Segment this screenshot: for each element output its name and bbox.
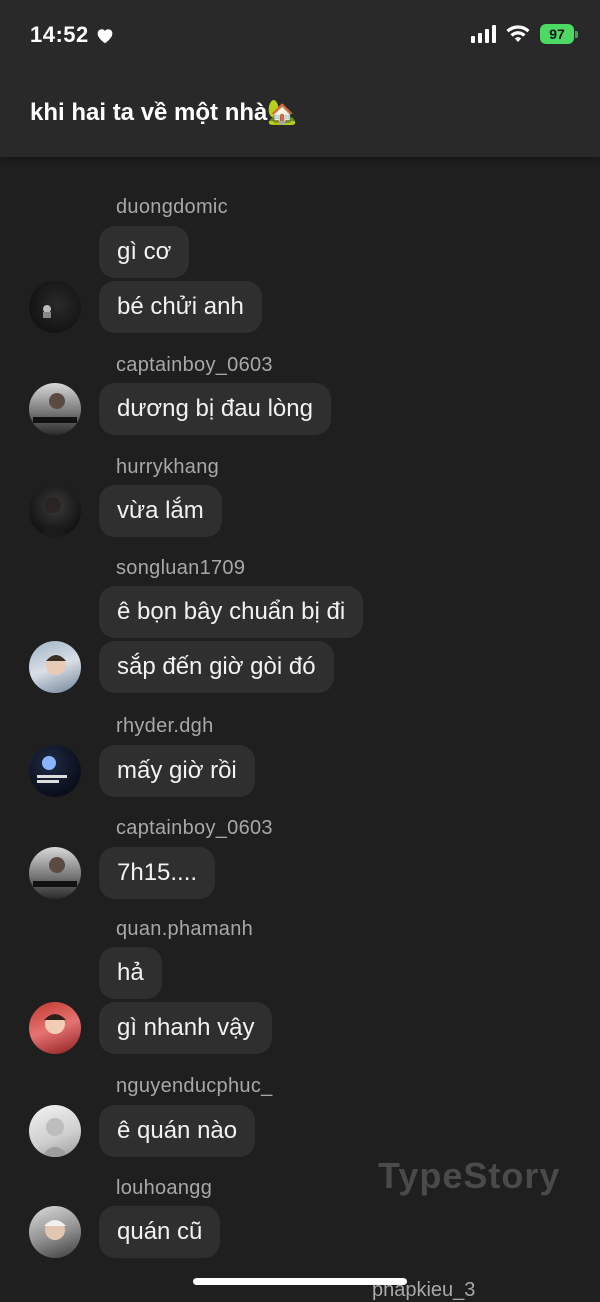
avatar[interactable] <box>29 641 81 693</box>
sender-name: captainboy_0603 <box>116 354 273 376</box>
sender-name: hurrykhang <box>116 456 220 478</box>
avatar-image <box>33 857 77 887</box>
status-time: 14:52 <box>30 22 115 48</box>
message-bubble[interactable]: 7h15.... <box>99 847 216 899</box>
battery-indicator: 97 <box>540 24 578 44</box>
sender-name: captainboy_0603 <box>116 817 273 839</box>
avatar[interactable] <box>29 1002 81 1054</box>
battery-level: 97 <box>549 26 565 42</box>
message-list[interactable]: duongdomic gì cơ bé chửi anh captainboy_… <box>0 157 600 1299</box>
message-bubble[interactable]: gì cơ <box>99 226 190 278</box>
avatar-image <box>44 1220 66 1240</box>
message-bubble[interactable]: vừa lắm <box>99 485 222 537</box>
cellular-signal-icon <box>471 25 496 43</box>
message-bubble[interactable]: sắp đến giờ gòi đó <box>99 641 334 693</box>
app-header: 14:52 97 khi hai ta về một nhà🏡 <box>0 0 600 157</box>
avatar[interactable] <box>29 485 81 537</box>
sender-name: duongdomic <box>116 196 228 218</box>
message-bubble[interactable]: bé chửi anh <box>99 281 262 333</box>
heart-icon <box>97 29 113 44</box>
message-bubble[interactable]: quán cũ <box>99 1206 221 1258</box>
sender-name: louhoangg <box>116 1177 213 1199</box>
typestory-watermark: TypeStory <box>378 1155 561 1196</box>
avatar-image <box>39 497 69 537</box>
avatar-image <box>44 1014 66 1034</box>
avatar-image <box>46 655 66 675</box>
message-bubble[interactable]: ê bọn bây chuẩn bị đi <box>99 586 364 638</box>
status-icons: 97 <box>471 24 578 44</box>
wifi-icon <box>506 25 530 42</box>
message-bubble[interactable]: ê quán nào <box>99 1105 256 1157</box>
sender-name: songluan1709 <box>116 557 246 579</box>
sender-name: quan.phamanh <box>116 918 254 940</box>
avatar[interactable] <box>29 745 81 797</box>
message-bubble[interactable]: gì nhanh vậy <box>99 1002 273 1054</box>
avatar-image <box>33 393 77 423</box>
home-indicator[interactable] <box>193 1278 407 1285</box>
sender-name: rhyder.dgh <box>116 715 214 737</box>
clock: 14:52 <box>30 22 89 47</box>
avatar-image <box>43 305 51 318</box>
avatar-image <box>37 756 67 783</box>
chat-title: khi hai ta về một nhà🏡 <box>30 99 298 126</box>
avatar[interactable] <box>29 383 81 435</box>
message-bubble[interactable]: dương bị đau lòng <box>99 383 331 435</box>
message-bubble[interactable]: mấy giờ rồi <box>99 745 255 797</box>
avatar[interactable] <box>29 847 81 899</box>
avatar-image <box>41 1118 69 1157</box>
avatar[interactable] <box>29 281 81 333</box>
avatar[interactable] <box>29 1105 81 1157</box>
sender-name: nguyenducphuc_ <box>116 1075 273 1097</box>
avatar[interactable] <box>29 1206 81 1258</box>
message-bubble[interactable]: hả <box>99 947 162 999</box>
